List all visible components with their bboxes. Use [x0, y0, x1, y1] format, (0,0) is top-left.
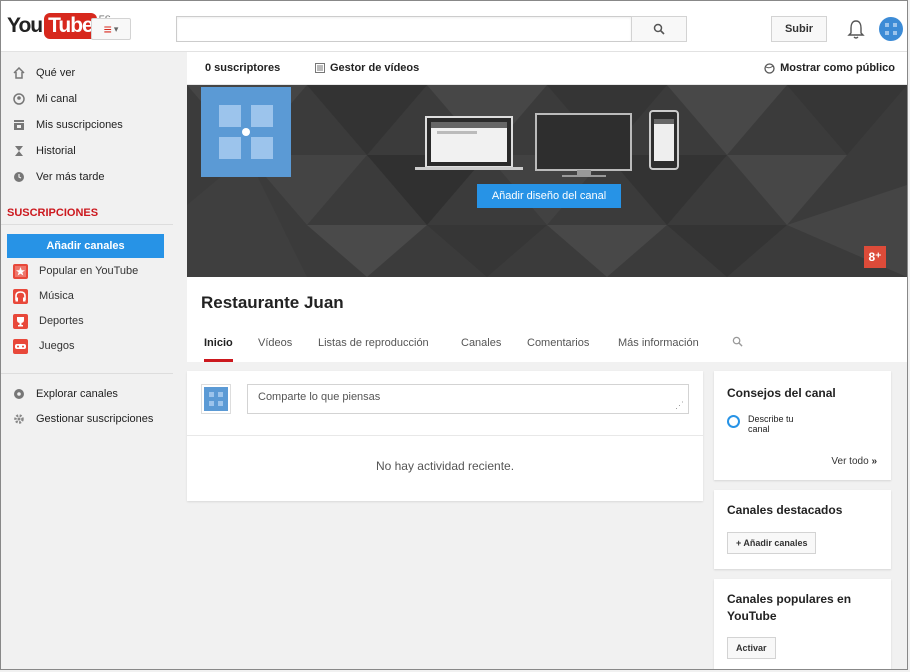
gear-icon — [12, 412, 26, 426]
popular-channel-icon — [13, 263, 28, 279]
channel-tips-title: Consejos del canal — [727, 386, 836, 400]
divider — [1, 373, 173, 374]
google-plus-icon[interactable]: 8⁺ — [864, 246, 886, 268]
sidebar-item-explorar-canales[interactable]: Explorar canales — [1, 382, 173, 406]
masthead: You Tube ES ≡▾ Subir — [1, 1, 907, 52]
search-icon — [653, 23, 665, 35]
hourglass-icon — [12, 144, 26, 158]
tab-inicio[interactable]: Inicio — [204, 335, 233, 362]
activity-feed: Comparte lo que piensas ⋰ No hay activid… — [187, 371, 703, 501]
channel-avatar[interactable] — [201, 87, 291, 177]
logo-tube-text: Tube — [44, 13, 97, 39]
see-all-link[interactable]: Ver todo » — [831, 456, 877, 467]
guide-menu-button[interactable]: ≡ ▾ — [91, 18, 131, 40]
headphones-icon — [13, 288, 28, 304]
share-thoughts-input[interactable]: Comparte lo que piensas ⋰ — [247, 384, 689, 414]
sidebar-item-label: Explorar canales — [36, 388, 118, 400]
globe-icon — [764, 62, 775, 74]
browser-frame: You Tube ES ≡▾ Subir Qué ver Mi canal — [0, 0, 908, 670]
home-icon — [12, 66, 26, 80]
video-manager-icon — [315, 63, 325, 73]
video-manager-label: Gestor de vídeos — [330, 62, 420, 74]
sidebar-item-label: Ver más tarde — [36, 171, 105, 183]
gamepad-icon — [13, 338, 28, 354]
add-channel-art-button[interactable]: Añadir diseño del canal — [477, 184, 621, 208]
feed-avatar — [201, 384, 231, 414]
account-avatar[interactable] — [879, 17, 903, 41]
sidebar-item-deportes[interactable]: Deportes — [1, 309, 173, 333]
sidebar-item-label: Qué ver — [36, 67, 76, 79]
channel-title: Restaurante Juan — [201, 293, 344, 312]
divider — [1, 224, 173, 225]
tab-videos[interactable]: Vídeos — [258, 335, 292, 362]
sidebar-item-label: Deportes — [39, 315, 84, 327]
divider — [187, 435, 703, 436]
channel-owner-bar: 0 suscriptores Gestor de vídeos Mostrar … — [187, 52, 907, 85]
featured-channels-card: Canales destacados + Añadir canales — [714, 490, 891, 569]
subscriptions-icon — [12, 118, 26, 132]
sidebar-item-label: Música — [39, 290, 74, 302]
sidebar-item-gestionar-suscripciones[interactable]: Gestionar suscripciones — [1, 407, 173, 431]
sidebar-item-label: Gestionar suscripciones — [36, 413, 154, 425]
channel-tips-card: Consejos del canal Describe tu canal Ver… — [714, 371, 891, 480]
chevron-down-icon: ▾ — [113, 23, 119, 34]
channel-page: 0 suscriptores Gestor de vídeos Mostrar … — [187, 52, 907, 669]
sidebar-item-label: Popular en YouTube — [39, 265, 139, 277]
sidebar-item-juegos[interactable]: Juegos — [1, 334, 173, 358]
tip-label: Describe tu canal — [748, 414, 794, 434]
add-featured-channels-button[interactable]: + Añadir canales — [727, 532, 817, 554]
empty-activity-message: No hay actividad reciente. — [375, 459, 515, 473]
sidebar-item-musica[interactable]: Música — [1, 284, 173, 308]
sidebar-item-popular[interactable]: Popular en YouTube — [1, 259, 173, 283]
logo-you-text: You — [7, 14, 43, 37]
sidebar-item-mi-canal[interactable]: Mi canal — [1, 87, 173, 111]
share-thoughts-placeholder: Comparte lo que piensas — [258, 391, 381, 403]
guide-sidebar: Qué ver Mi canal Mis suscripciones Histo… — [1, 52, 173, 669]
sidebar-item-label: Mi canal — [36, 93, 77, 105]
banner-pattern — [187, 85, 907, 277]
sidebar-item-mis-suscripciones[interactable]: Mis suscripciones — [1, 113, 173, 137]
chevron-right-icon: » — [871, 456, 877, 467]
activate-button[interactable]: Activar — [727, 637, 776, 659]
upload-button[interactable]: Subir — [771, 16, 827, 42]
search-button[interactable] — [631, 16, 687, 42]
channel-search-icon[interactable] — [732, 336, 743, 363]
sidebar-item-que-ver[interactable]: Qué ver — [1, 61, 173, 85]
tab-mas-informacion[interactable]: Más información — [618, 335, 699, 362]
view-as-public-link[interactable]: Mostrar como público — [764, 62, 895, 74]
see-all-label: Ver todo — [831, 456, 869, 467]
channel-banner: Añadir diseño del canal 8⁺ — [187, 85, 907, 277]
trophy-icon — [13, 313, 28, 329]
explore-icon — [12, 387, 26, 401]
tip-circle-icon — [727, 415, 740, 428]
tab-playlists[interactable]: Listas de reproducción — [318, 335, 429, 362]
clock-icon — [12, 170, 26, 184]
subscriber-count[interactable]: 0 suscriptores — [205, 62, 280, 74]
channel-tabs: Inicio Vídeos Listas de reproducción Can… — [187, 335, 907, 362]
resize-handle-icon[interactable]: ⋰ — [675, 400, 684, 411]
popular-channels-title: Canales populares en YouTube — [727, 592, 852, 623]
tab-comentarios[interactable]: Comentarios — [527, 335, 589, 362]
menu-icon: ≡ — [103, 21, 112, 37]
subscriptions-heading[interactable]: SUSCRIPCIONES — [7, 207, 98, 219]
sidebar-item-ver-mas-tarde[interactable]: Ver más tarde — [1, 165, 173, 189]
add-channels-button[interactable]: Añadir canales — [7, 234, 164, 258]
popular-channels-card: Canales populares en YouTube Activar — [714, 579, 891, 669]
bell-icon[interactable] — [847, 18, 865, 40]
search-input[interactable] — [176, 16, 632, 42]
tab-canales[interactable]: Canales — [461, 335, 501, 362]
sidebar-item-label: Juegos — [39, 340, 75, 352]
featured-channels-title: Canales destacados — [727, 503, 843, 517]
user-icon — [12, 92, 26, 106]
channel-header: Restaurante Juan Inicio Vídeos Listas de… — [187, 277, 907, 362]
sidebar-item-historial[interactable]: Historial — [1, 139, 173, 163]
video-manager-link[interactable]: Gestor de vídeos — [315, 62, 419, 74]
view-as-public-label: Mostrar como público — [780, 62, 895, 74]
sidebar-item-label: Mis suscripciones — [36, 119, 123, 131]
sidebar-item-label: Historial — [36, 145, 76, 157]
tip-describe-channel[interactable]: Describe tu canal — [727, 414, 808, 434]
